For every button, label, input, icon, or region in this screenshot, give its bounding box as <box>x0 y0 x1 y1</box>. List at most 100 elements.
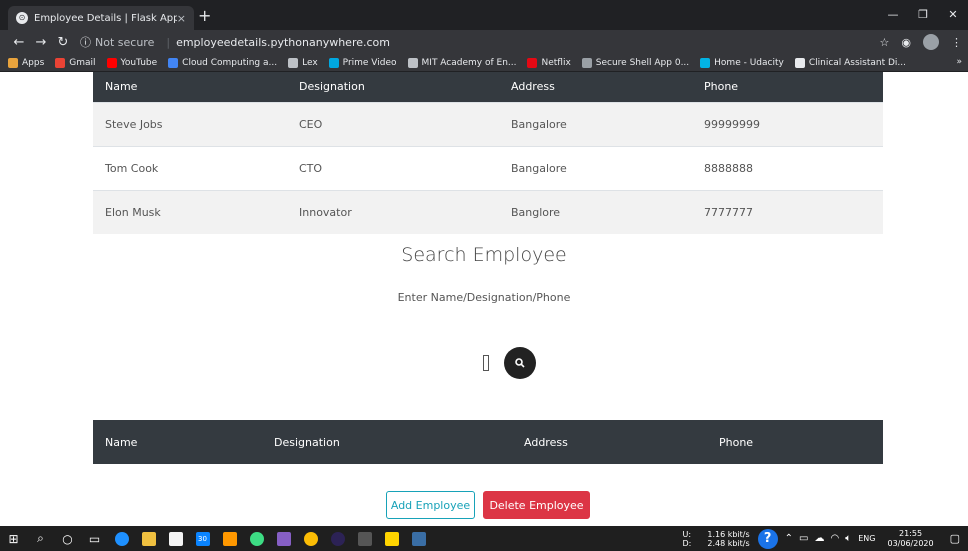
android-studio-icon[interactable] <box>243 526 270 551</box>
bookmark-icon <box>55 57 66 68</box>
terminal-icon[interactable] <box>351 526 378 551</box>
bookmark-item[interactable]: Clinical Assistant Di... <box>794 57 907 68</box>
bookmark-item[interactable]: YouTube <box>106 57 157 68</box>
table-cell: 99999999 <box>692 101 883 146</box>
url-separator: | <box>166 35 171 49</box>
file-explorer-icon[interactable] <box>135 526 162 551</box>
table-cell: Innovator <box>287 189 499 234</box>
employee-table: Name Designation Address Phone Steve Jobs CE… <box>93 72 883 234</box>
windows-taskbar: ⊞ ⌕ ○ ▭ 30 U: D: 1.16 kbit/s 2.48 kbit/s… <box>0 526 968 551</box>
bookmark-label: Secure Shell App 0... <box>595 57 690 68</box>
add-employee-button[interactable]: Add Employee <box>386 491 475 519</box>
page-content: Name Designation Address Phone Steve Jobs CE… <box>0 72 968 526</box>
forward-icon[interactable]: → <box>30 35 52 50</box>
app-icon[interactable] <box>405 526 432 551</box>
browser-tab[interactable]: ⊙ Employee Details | Flask App × <box>8 6 194 30</box>
visual-studio-icon[interactable] <box>270 526 297 551</box>
search-icon[interactable]: ⌕ <box>27 526 54 551</box>
volume-icon[interactable]: 🔈︎ <box>845 533 851 544</box>
bookmark-item[interactable]: Secure Shell App 0... <box>581 57 690 68</box>
table-cell: Banglore <box>499 189 692 234</box>
table-cell: Bangalore <box>499 145 692 190</box>
search-input[interactable] <box>483 355 489 371</box>
delete-employee-button[interactable]: Delete Employee <box>483 491 590 519</box>
table-row: Tom Cook CTO Bangalore 8888888 <box>93 145 883 190</box>
clock[interactable]: 21:55 03/06/2020 <box>887 529 933 549</box>
bookmark-icon <box>8 57 18 68</box>
language-label[interactable]: ENG <box>858 534 875 543</box>
table-row: Elon Musk Innovator Banglore 7777777 <box>93 189 883 234</box>
bookmark-item[interactable]: Home - Udacity <box>700 57 784 68</box>
restore-icon[interactable]: ❐ <box>908 0 938 28</box>
search-results-table: Name Designation Address Phone <box>93 420 883 464</box>
bookmark-item[interactable]: Netflix <box>527 57 571 68</box>
bookmark-label: Clinical Assistant Di... <box>808 57 907 68</box>
table-cell: Bangalore <box>499 101 692 146</box>
url-text: employeedetails.pythonanywhere.com <box>176 35 390 49</box>
table-header-row: Name Designation Address Phone <box>93 420 883 464</box>
net-labels: U: D: <box>683 530 692 548</box>
menu-icon[interactable]: ⋮ <box>951 36 962 49</box>
bookmark-item[interactable]: Apps <box>8 57 45 68</box>
column-header: Designation <box>287 72 499 102</box>
info-icon[interactable]: ⓘ <box>80 34 91 50</box>
reload-icon[interactable]: ↻ <box>52 35 74 50</box>
bookmark-label: MIT Academy of En... <box>421 57 517 68</box>
cortana-icon[interactable]: ○ <box>54 526 81 551</box>
close-window-icon[interactable]: ✕ <box>938 0 968 28</box>
bookmark-label: Apps <box>22 57 45 68</box>
profile-avatar[interactable] <box>923 34 939 50</box>
search-button[interactable] <box>504 347 536 379</box>
back-icon[interactable]: ← <box>8 35 30 50</box>
notes-icon[interactable] <box>378 526 405 551</box>
store-icon[interactable] <box>162 526 189 551</box>
sublime-icon[interactable] <box>216 526 243 551</box>
mail-icon[interactable]: 30 <box>189 526 216 551</box>
toolbar-right: ☆ ◉ ⋮ <box>880 34 962 50</box>
extension-icon[interactable]: ◉ <box>901 36 911 49</box>
star-icon[interactable]: ☆ <box>880 36 890 49</box>
bookmarks-bar: Apps Gmail YouTube Cloud Computing a... Lex P… <box>0 54 968 72</box>
windows-start-icon[interactable]: ⊞ <box>0 526 27 551</box>
table-cell: Steve Jobs <box>93 101 287 146</box>
net-down-speed: 2.48 kbit/s <box>707 538 750 548</box>
edge-icon[interactable] <box>108 526 135 551</box>
bookmark-label: Lex <box>302 57 318 68</box>
bookmark-icon <box>168 57 179 68</box>
bookmark-icon <box>288 57 299 68</box>
url-field[interactable]: ⓘ Not secure | employeedetails.pythonany… <box>80 34 390 50</box>
system-tray: U: D: 1.16 kbit/s 2.48 kbit/s ? ⌃ ▭ ☁ ◠ … <box>679 526 968 551</box>
help-icon[interactable]: ? <box>757 528 778 549</box>
battery-icon[interactable]: ▭ <box>799 533 808 544</box>
bookmark-item[interactable]: Cloud Computing a... <box>168 57 278 68</box>
task-view-icon[interactable]: ▭ <box>81 526 108 551</box>
eclipse-icon[interactable] <box>324 526 351 551</box>
tab-close-icon[interactable]: × <box>177 12 186 25</box>
net-down-label: D: <box>682 538 692 548</box>
table-cell: Elon Musk <box>93 189 287 234</box>
chrome-icon[interactable] <box>297 526 324 551</box>
chevron-up-icon[interactable]: ⌃ <box>785 533 793 544</box>
browser-tab-strip: ⊙ Employee Details | Flask App × + — ❐ ✕ <box>0 0 968 30</box>
bookmark-item[interactable]: Gmail <box>55 57 96 68</box>
clock-date: 03/06/2020 <box>887 538 934 548</box>
net-speeds: 1.16 kbit/s 2.48 kbit/s <box>707 530 749 548</box>
minimize-icon[interactable]: — <box>878 0 908 28</box>
bookmark-item[interactable]: MIT Academy of En... <box>407 57 517 68</box>
new-tab-button[interactable]: + <box>198 6 211 25</box>
notification-icon[interactable]: ▢ <box>950 532 960 545</box>
cloud-icon[interactable]: ☁ <box>815 533 825 544</box>
bookmark-label: Home - Udacity <box>714 57 784 68</box>
bookmark-icon <box>700 57 711 68</box>
not-secure-label: Not secure <box>95 35 155 49</box>
address-bar: ← → ↻ ⓘ Not secure | employeedetails.pyt… <box>0 30 968 54</box>
table-cell: CTO <box>287 145 499 190</box>
bookmarks-more-icon[interactable]: » <box>956 57 962 67</box>
window-controls: — ❐ ✕ <box>878 0 968 28</box>
column-header: Phone <box>707 420 883 464</box>
bookmark-item[interactable]: Prime Video <box>328 57 397 68</box>
wifi-icon[interactable]: ◠ <box>831 533 840 544</box>
table-row: Steve Jobs CEO Bangalore 99999999 <box>93 101 883 146</box>
bookmark-item[interactable]: Lex <box>288 57 318 68</box>
bookmark-label: Cloud Computing a... <box>182 57 278 68</box>
